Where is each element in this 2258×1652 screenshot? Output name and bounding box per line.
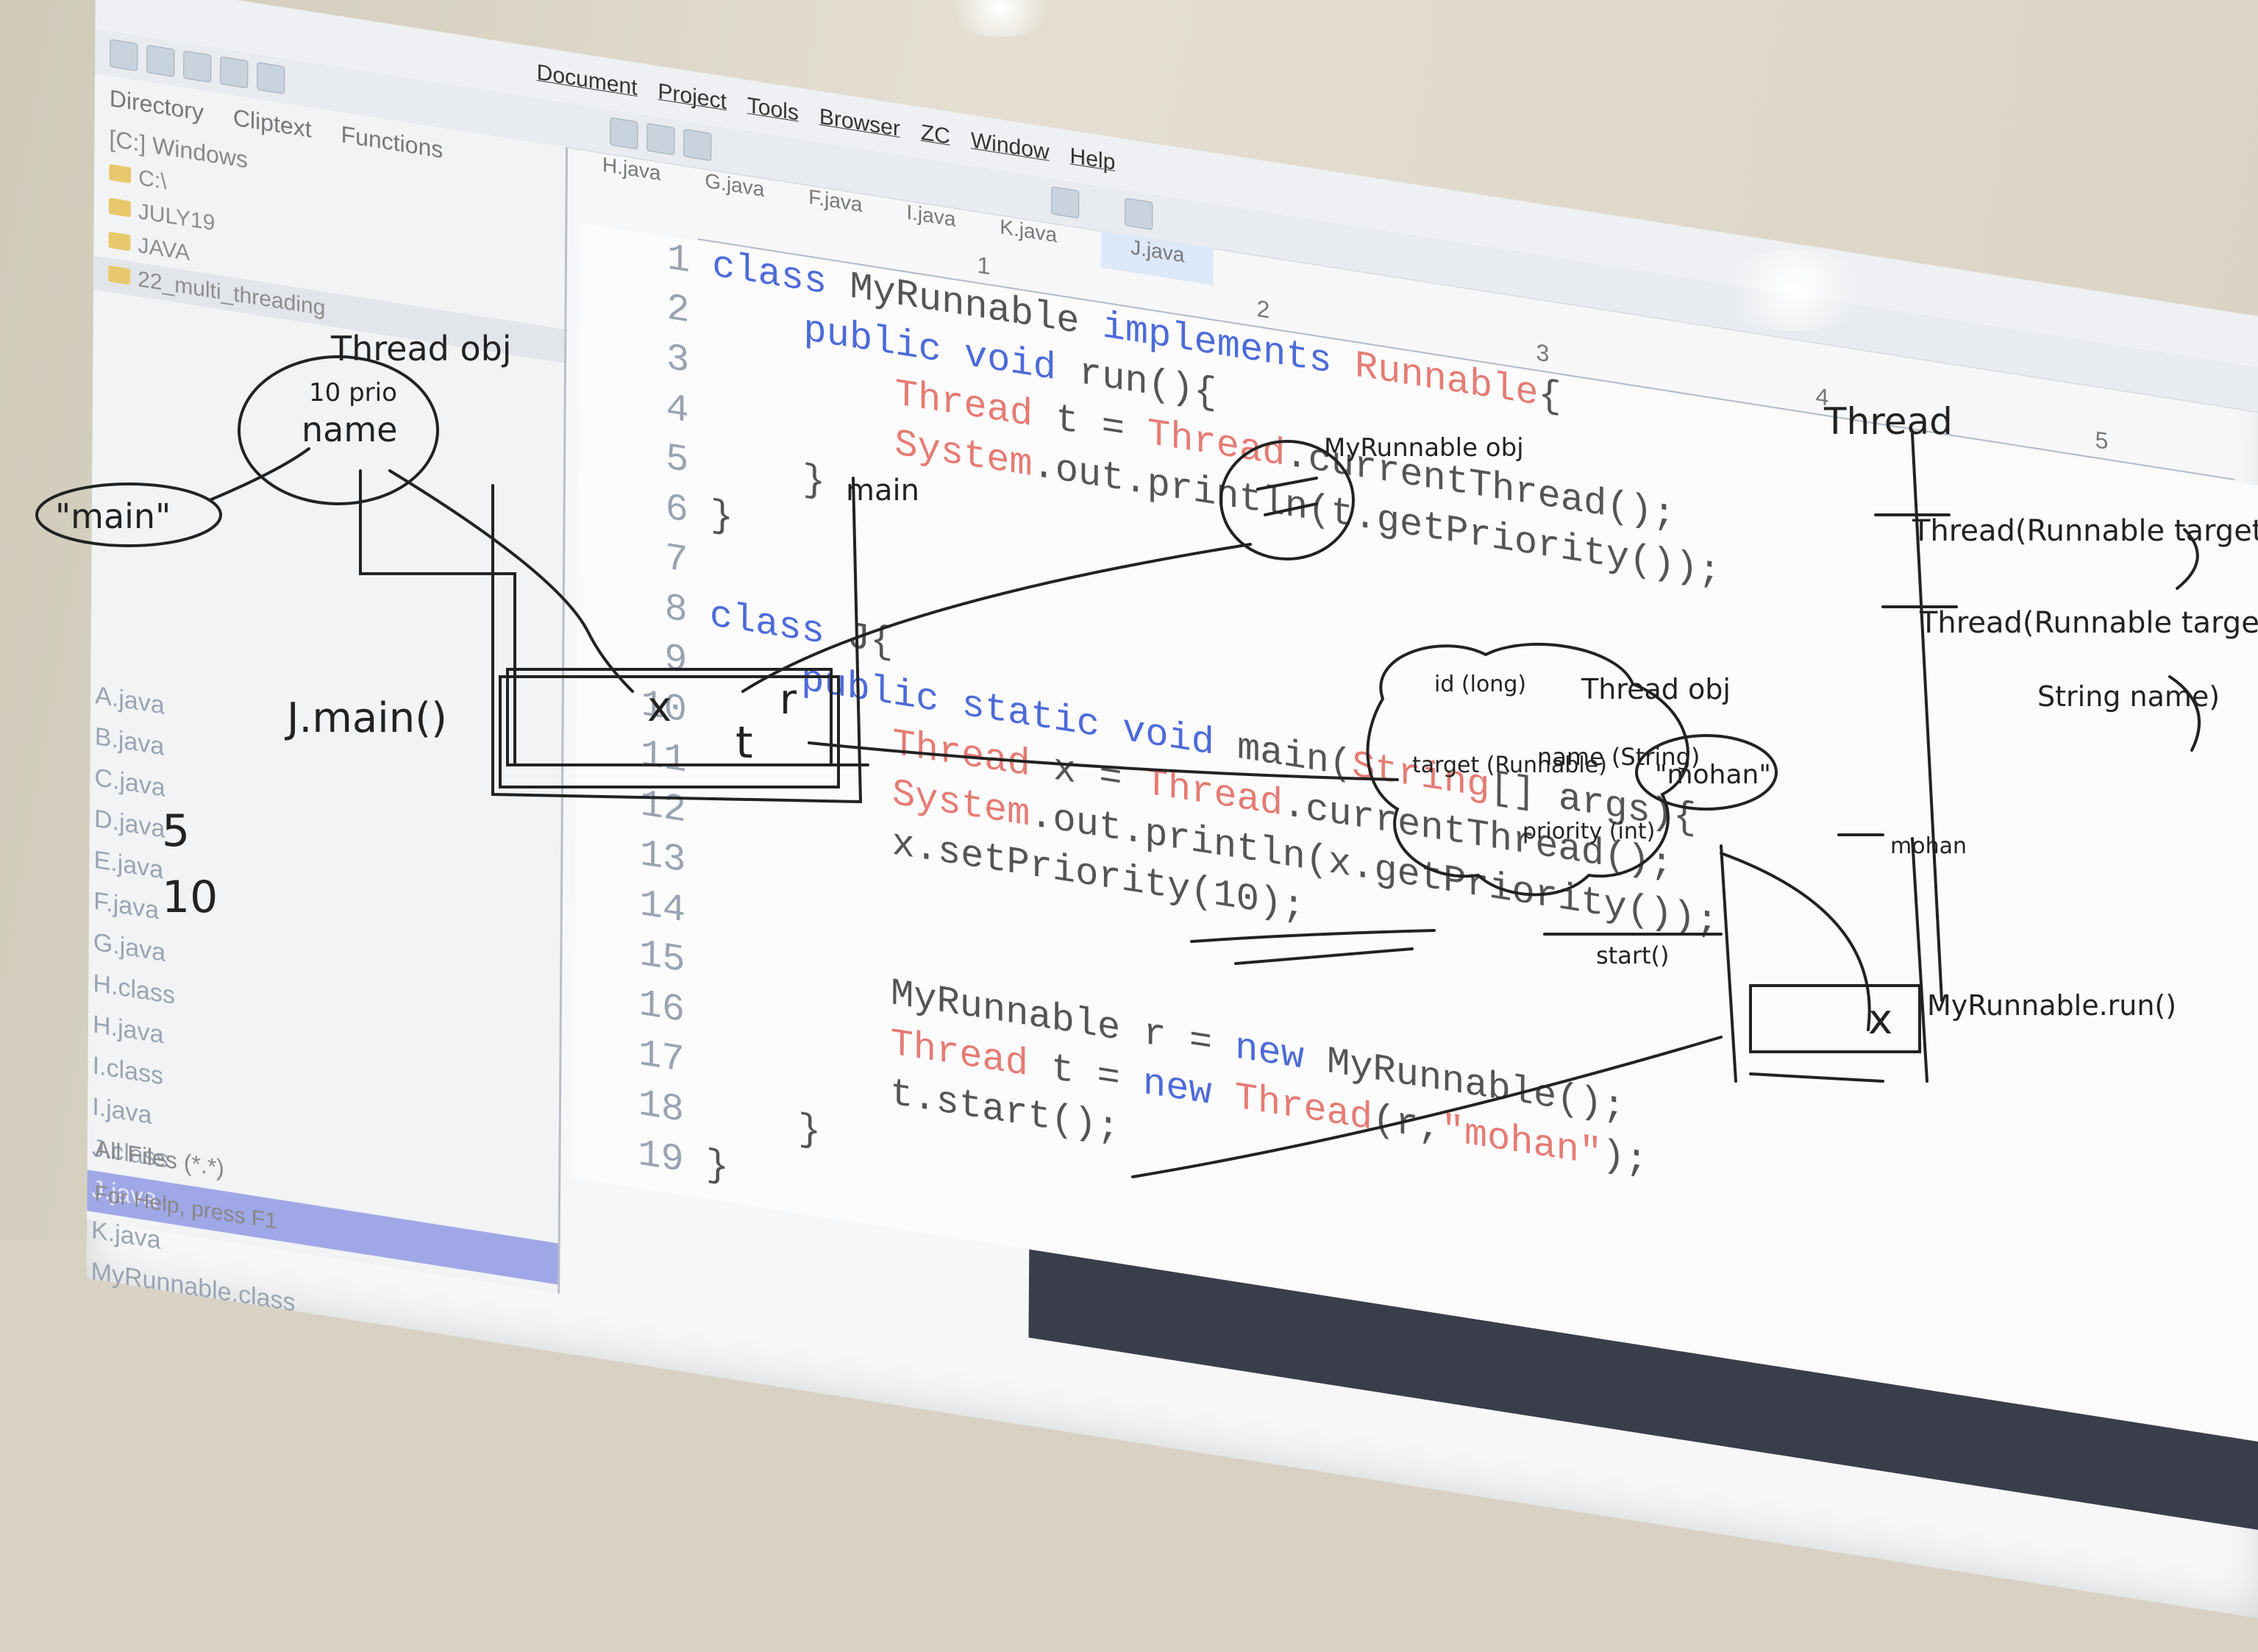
replace-icon[interactable]	[647, 123, 674, 155]
ruler-mark: 5	[2095, 426, 2108, 455]
menu-document[interactable]: Document	[537, 60, 638, 101]
print-icon[interactable]	[220, 57, 248, 89]
directory-panel: Directory Cliptext Functions [C:] Window…	[87, 74, 568, 1294]
open-icon[interactable]	[146, 45, 174, 77]
menu-project[interactable]: Project	[658, 79, 727, 115]
ruler-mark: 2	[1256, 295, 1269, 324]
tab-directory[interactable]: Directory	[110, 85, 204, 127]
cut-icon[interactable]	[257, 62, 285, 94]
ruler-mark: 3	[1536, 338, 1549, 368]
menu-window[interactable]: Window	[971, 128, 1050, 165]
menu-zc[interactable]: ZC	[921, 121, 950, 150]
menu-tools[interactable]: Tools	[747, 93, 799, 127]
ruler-mark: 4	[1815, 382, 1828, 412]
tab-cliptext[interactable]: Cliptext	[233, 104, 312, 143]
tab-functions[interactable]: Functions	[341, 121, 443, 164]
ruler-mark: 1	[977, 252, 990, 281]
window-icon[interactable]	[1125, 198, 1153, 230]
code-text: }	[710, 494, 734, 541]
code-text: }	[705, 1143, 729, 1190]
format-icon[interactable]	[683, 129, 711, 161]
find-icon[interactable]	[610, 117, 638, 149]
projector-glare	[1714, 250, 1876, 331]
menu-help[interactable]: Help	[1069, 143, 1115, 176]
check-icon[interactable]	[1051, 186, 1079, 218]
new-file-icon[interactable]	[110, 39, 138, 71]
menu-browser[interactable]: Browser	[819, 104, 900, 142]
save-icon[interactable]	[183, 51, 211, 83]
file-list: A.java B.java C.java D.java E.java F.jav…	[87, 676, 562, 1367]
